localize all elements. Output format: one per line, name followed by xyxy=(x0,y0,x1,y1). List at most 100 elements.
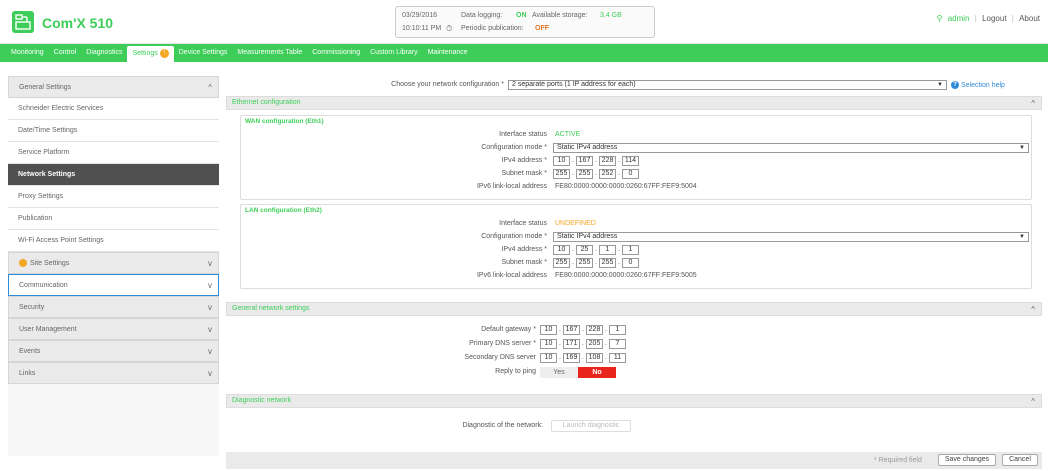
wan-ipv6-value: FE80:0000:0000:0000:0260:67FF:FEF9:5004 xyxy=(555,183,697,190)
about-link[interactable]: About xyxy=(1019,14,1040,23)
ip-dot: . xyxy=(605,354,607,361)
sidebar-group-label: Links xyxy=(19,370,36,377)
dns1-octet-4[interactable]: 7 xyxy=(609,339,626,349)
dns1-octet-3[interactable]: 205 xyxy=(586,339,603,349)
tab-monitoring[interactable]: Monitoring xyxy=(6,44,49,62)
tab-commissioning[interactable]: Commissioning xyxy=(307,44,365,62)
ip-dot: . xyxy=(572,157,574,164)
ip-dot: . xyxy=(605,326,607,333)
sidebar-item-network-settings[interactable]: Network Settings xyxy=(8,164,219,186)
sidebar: General Settings ^ Schneider Electric Ser… xyxy=(8,76,219,456)
lan-status-label: Interface status xyxy=(499,220,547,227)
lan-mode-select[interactable]: Static IPv4 address ▼ xyxy=(553,232,1029,242)
product-name: Com'X 510 xyxy=(42,15,114,31)
sidebar-item-proxy[interactable]: Proxy Settings xyxy=(8,186,219,208)
wan-mask-octet-1[interactable]: 255 xyxy=(553,169,570,179)
ip-dot: . xyxy=(595,170,597,177)
gateway-octet-3[interactable]: 228 xyxy=(586,325,603,335)
gateway-octet-2[interactable]: 167 xyxy=(563,325,580,335)
sidebar-item-publication[interactable]: Publication xyxy=(8,208,219,230)
gateway-octet-4[interactable]: 1 xyxy=(609,325,626,335)
ip-dot: . xyxy=(618,259,620,266)
lan-mask-octet-3[interactable]: 255 xyxy=(599,258,616,268)
dns2-octet-1[interactable]: 10 xyxy=(540,353,557,363)
sidebar-group-general[interactable]: General Settings ^ xyxy=(8,76,219,98)
launch-diagnostic-button[interactable]: Launch diagnostic xyxy=(551,420,631,432)
wan-mask-octet-4[interactable]: 0 xyxy=(622,169,639,179)
sidebar-group-security[interactable]: Security v xyxy=(8,296,219,318)
diagnostic-section-header[interactable]: Diagnostic network ^ xyxy=(226,394,1042,408)
sidebar-item-datetime[interactable]: Date/Time Settings xyxy=(8,120,219,142)
tab-settings-label: Settings xyxy=(132,50,158,57)
chevron-up-icon: ^ xyxy=(208,83,212,92)
wan-ip-octet-1[interactable]: 10 xyxy=(553,156,570,166)
network-config-select[interactable]: 2 separate ports (1 IP address for each)… xyxy=(508,80,947,90)
chevron-down-icon: v xyxy=(208,281,212,290)
lan-mask-octet-4[interactable]: 0 xyxy=(622,258,639,268)
chevron-up-icon: ^ xyxy=(1031,397,1035,406)
cancel-button[interactable]: Cancel xyxy=(1002,454,1038,466)
wan-ip-octet-3[interactable]: 228 xyxy=(599,156,616,166)
tab-settings[interactable]: Settings! xyxy=(127,46,174,62)
save-changes-button[interactable]: Save changes xyxy=(938,454,996,466)
wan-mask-octet-3[interactable]: 252 xyxy=(599,169,616,179)
top-links: ⚲ admin | Logout | About xyxy=(936,14,1040,23)
selection-help[interactable]: ? Selection help xyxy=(951,81,1005,89)
ping-no-button[interactable]: No xyxy=(578,367,616,378)
sidebar-group-site[interactable]: Site Settings v xyxy=(8,252,219,274)
sidebar-item-schneider-services[interactable]: Schneider Electric Services xyxy=(8,98,219,120)
wan-ip-octet-4[interactable]: 114 xyxy=(622,156,639,166)
ip-dot: . xyxy=(582,326,584,333)
sidebar-group-label: Site Settings xyxy=(30,260,70,267)
ip-dot: . xyxy=(582,340,584,347)
sidebar-item-service-platform[interactable]: Service Platform xyxy=(8,142,219,164)
dropdown-arrow-icon: ▼ xyxy=(1019,234,1025,240)
wan-mask-label: Subnet mask * xyxy=(501,170,547,177)
tab-maintenance[interactable]: Maintenance xyxy=(423,44,473,62)
sidebar-group-user-management[interactable]: User Management v xyxy=(8,318,219,340)
dns1-octet-1[interactable]: 10 xyxy=(540,339,557,349)
user-link[interactable]: admin xyxy=(948,14,970,23)
lan-ip-octet-1[interactable]: 10 xyxy=(553,245,570,255)
sidebar-group-label: User Management xyxy=(19,326,77,333)
general-network-section-header[interactable]: General network settings ^ xyxy=(226,302,1042,316)
wan-ip-octet-2[interactable]: 167 xyxy=(576,156,593,166)
lan-ip-octet-3[interactable]: 1 xyxy=(599,245,616,255)
lan-ip-octet-4[interactable]: 1 xyxy=(622,245,639,255)
lan-ip-octet-2[interactable]: 25 xyxy=(576,245,593,255)
diagnostic-label: Diagnostic of the network: xyxy=(462,422,543,429)
wan-mode-label: Configuration mode * xyxy=(481,144,547,151)
wan-title: WAN configuration (Eth1) xyxy=(245,118,324,125)
dns2-octet-2[interactable]: 169 xyxy=(563,353,580,363)
ping-yes-button[interactable]: Yes xyxy=(540,367,578,378)
logout-link[interactable]: Logout xyxy=(982,14,1006,23)
sidebar-group-communication[interactable]: Communication v xyxy=(8,274,219,296)
wan-mode-select[interactable]: Static IPv4 address ▼ xyxy=(553,143,1029,153)
sidebar-item-wifi-ap[interactable]: Wi-Fi Access Point Settings xyxy=(8,230,219,252)
dns1-octet-2[interactable]: 171 xyxy=(563,339,580,349)
wan-mask-octet-2[interactable]: 255 xyxy=(576,169,593,179)
publication-label: Periodic publication: xyxy=(461,25,524,32)
lan-status-value: UNDEFINED xyxy=(555,220,596,227)
sidebar-group-label: Security xyxy=(19,304,45,311)
gateway-octet-1[interactable]: 10 xyxy=(540,325,557,335)
lan-mask-octet-2[interactable]: 255 xyxy=(576,258,593,268)
chevron-down-icon: v xyxy=(208,369,212,378)
ping-label: Reply to ping xyxy=(495,368,536,375)
sidebar-group-label: Events xyxy=(19,348,41,355)
tab-control[interactable]: Control xyxy=(49,44,82,62)
dns2-octet-4[interactable]: 11 xyxy=(609,353,626,363)
ip-dot: . xyxy=(559,340,561,347)
sidebar-group-events[interactable]: Events v xyxy=(8,340,219,362)
tab-diagnostics[interactable]: Diagnostics xyxy=(81,44,127,62)
ethernet-section-header[interactable]: Ethernet configuration ^ xyxy=(226,96,1042,110)
diagnostic-section-title: Diagnostic network xyxy=(232,397,292,404)
lan-mask-octet-1[interactable]: 255 xyxy=(553,258,570,268)
chevron-down-icon: v xyxy=(208,325,212,334)
sidebar-group-links[interactable]: Links v xyxy=(8,362,219,384)
lan-ip-label: IPv4 address * xyxy=(501,246,547,253)
tab-device-settings[interactable]: Device Settings xyxy=(174,44,233,62)
tab-custom-library[interactable]: Custom Library xyxy=(365,44,422,62)
tab-measurements-table[interactable]: Measurements Table xyxy=(232,44,307,62)
dns2-octet-3[interactable]: 108 xyxy=(586,353,603,363)
